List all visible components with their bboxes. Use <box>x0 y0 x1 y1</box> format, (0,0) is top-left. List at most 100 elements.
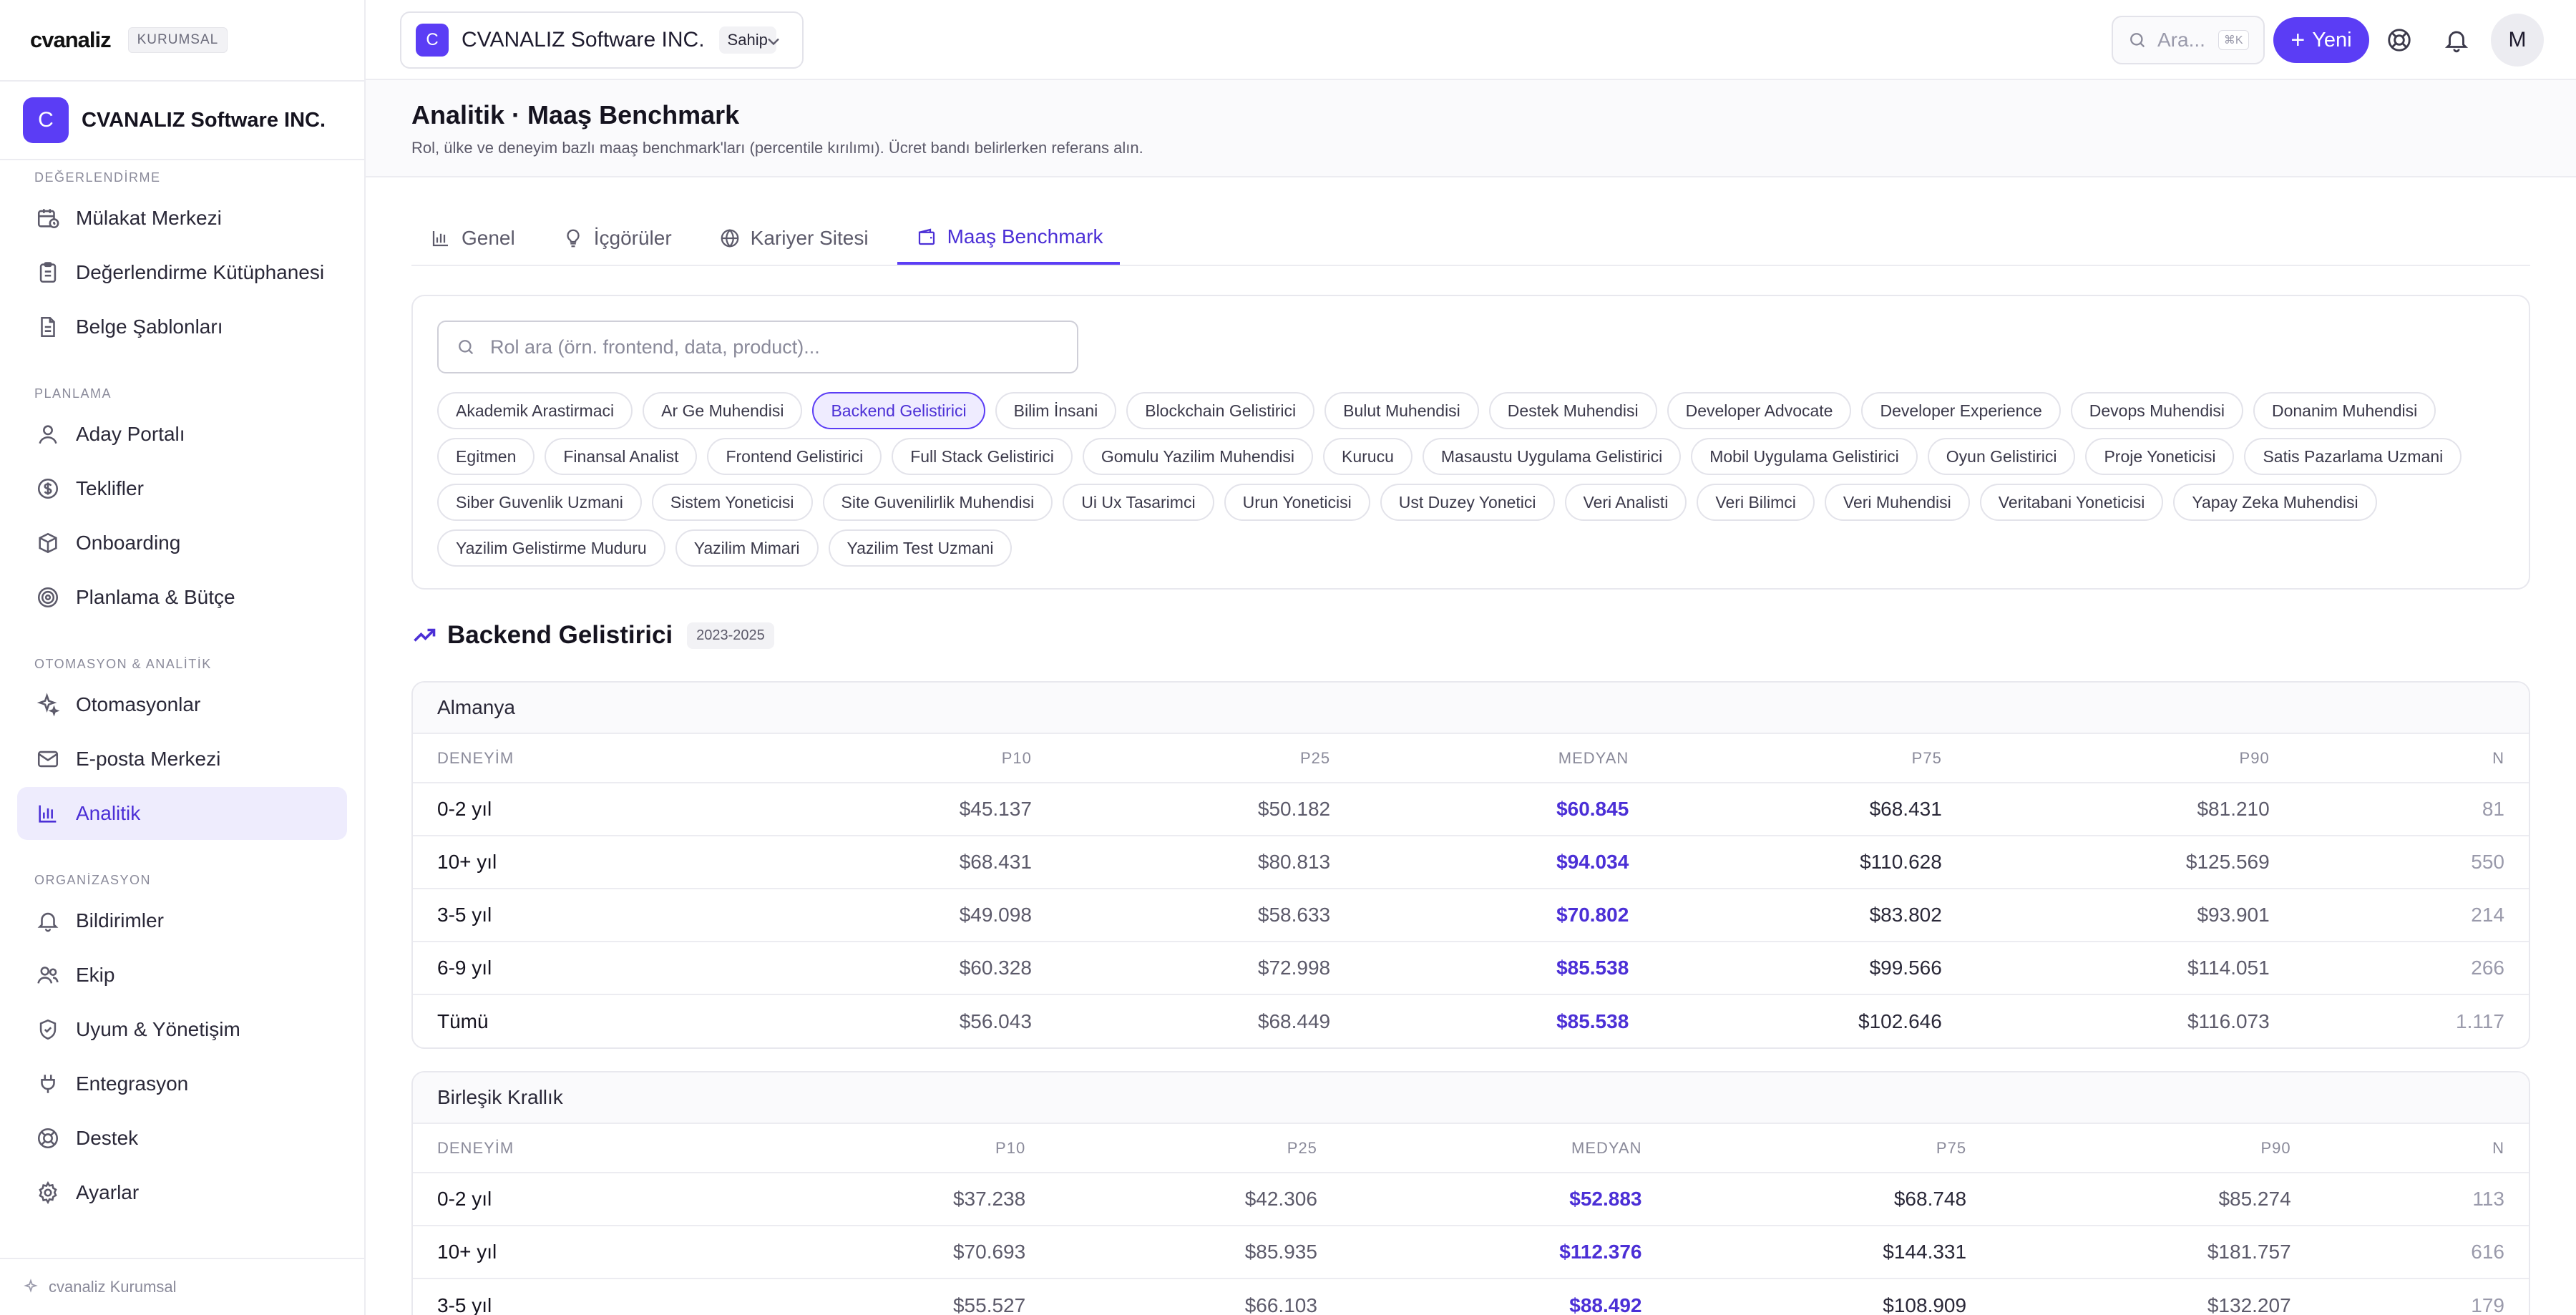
percentile-cell: $108.909 <box>1883 1294 1967 1315</box>
notifications-bell-icon[interactable] <box>2441 24 2472 56</box>
tab-label: Genel <box>462 227 515 249</box>
column-header[interactable]: P10 <box>792 1124 1026 1173</box>
column-header[interactable]: P75 <box>1629 734 1942 783</box>
org-selector[interactable]: C CVANALIZ Software INC. <box>0 80 364 160</box>
role-chip[interactable]: Veri Muhendisi <box>1824 484 1970 521</box>
brand-logo[interactable]: cvanaliz <box>30 27 112 53</box>
role-chip[interactable]: Yapay Zeka Muhendisi <box>2173 484 2377 521</box>
role-chip[interactable]: Destek Muhendisi <box>1488 392 1657 429</box>
sidebar-item-onboarding[interactable]: Onboarding <box>17 517 347 569</box>
sidebar-item-analytics[interactable]: Analitik <box>17 787 347 840</box>
role-chip[interactable]: Veri Bilimci <box>1697 484 1815 521</box>
role-chip[interactable]: Satis Pazarlama Uzmani <box>2244 438 2462 475</box>
percentile-cell: $85.274 <box>1966 1173 2291 1226</box>
column-header[interactable]: DENEYİM <box>413 734 792 783</box>
role-chip[interactable]: Mobil Uygulama Gelistirici <box>1691 438 1918 475</box>
table-row: 0-2 yıl $37.238 $42.306 $52.883 $68.748 $85.2… <box>413 1173 2529 1226</box>
tab-career-site[interactable]: Kariyer Sitesi <box>701 212 886 265</box>
role-chip[interactable]: Gomulu Yazilim Muhendisi <box>1082 438 1314 475</box>
column-header[interactable]: P10 <box>791 734 1032 783</box>
role-chip[interactable]: Site Guvenilirlik Muhendisi <box>822 484 1053 521</box>
sidebar-item-automations[interactable]: Otomasyonlar <box>17 678 347 731</box>
trending-up-icon <box>414 628 436 642</box>
sidebar-item-planning-budget[interactable]: Planlama & Bütçe <box>17 571 347 624</box>
sidebar-item-interview-center[interactable]: Mülakat Merkezi <box>17 192 347 245</box>
role-chip[interactable]: Bulut Muhendisi <box>1324 392 1479 429</box>
sidebar-item-assessment-library[interactable]: Değerlendirme Kütüphanesi <box>17 246 347 299</box>
role-chip[interactable]: Ar Ge Muhendisi <box>643 392 803 429</box>
sample-size-cell: 266 <box>2269 942 2529 995</box>
column-header[interactable]: N <box>2269 734 2529 783</box>
sample-size-cell: 550 <box>2269 836 2529 889</box>
column-header[interactable]: P25 <box>1025 1124 1317 1173</box>
role-chip[interactable]: Sistem Yoneticisi <box>651 484 813 521</box>
role-chip[interactable]: Yazilim Mimari <box>675 529 819 567</box>
percentile-cell: $144.331 <box>1641 1226 1967 1279</box>
role-chip[interactable]: Siber Guvenlik Uzmani <box>437 484 642 521</box>
role-chip[interactable]: Proje Yoneticisi <box>2085 438 2235 475</box>
column-header[interactable]: MEDYAN <box>1317 1124 1642 1173</box>
role-search[interactable] <box>437 321 1078 373</box>
role-chip[interactable]: Developer Experience <box>1861 392 2061 429</box>
role-chip[interactable]: Ust Duzey Yonetici <box>1380 484 1555 521</box>
role-chip[interactable]: Ui Ux Tasarimci <box>1063 484 1214 521</box>
role-chip[interactable]: Masaustu Uygulama Gelistirici <box>1422 438 1682 475</box>
column-header[interactable]: MEDYAN <box>1330 734 1629 783</box>
sidebar-item-label: Analitik <box>76 802 141 824</box>
column-header[interactable]: P75 <box>1641 1124 1967 1173</box>
column-header[interactable]: P90 <box>1941 734 2270 783</box>
sidebar-item-offers[interactable]: Teklifler <box>17 462 347 515</box>
sidebar-nav[interactable]: DEĞERLENDİRME Mülakat Merkezi Değerlendi… <box>0 163 364 1258</box>
median-cell: $85.538 <box>1330 942 1629 995</box>
column-header[interactable]: N <box>2290 1124 2529 1173</box>
role-chip[interactable]: Finansal Analist <box>545 438 698 475</box>
sidebar-item-team[interactable]: Ekip <box>17 949 347 1002</box>
column-header[interactable]: P90 <box>1966 1124 2291 1173</box>
tab-general[interactable]: Genel <box>411 212 532 265</box>
sidebar-item-notifications[interactable]: Bildirimler <box>17 894 347 947</box>
role-search-input[interactable] <box>490 336 1048 358</box>
role-chip[interactable]: Devops Muhendisi <box>2070 392 2243 429</box>
role-chip[interactable]: Urun Yoneticisi <box>1224 484 1370 521</box>
role-chip[interactable]: Frontend Gelistirici <box>707 438 882 475</box>
role-chip[interactable]: Bilim İnsani <box>995 392 1117 429</box>
global-search[interactable]: Ara... ⌘K <box>2112 16 2265 64</box>
role-chip[interactable]: Oyun Gelistirici <box>1927 438 2076 475</box>
workspace-avatar: C <box>416 24 449 57</box>
role-chip[interactable]: Yazilim Gelistirme Muduru <box>437 529 665 567</box>
role-chip[interactable]: Kurucu <box>1323 438 1413 475</box>
table-row: 0-2 yıl $45.137 $50.182 $60.845 $68.431 $81.2… <box>413 783 2529 836</box>
role-chip[interactable]: Full Stack Gelistirici <box>892 438 1073 475</box>
sidebar-item-integration[interactable]: Entegrasyon <box>17 1057 347 1110</box>
sidebar-item-compliance[interactable]: Uyum & Yönetişim <box>17 1003 347 1056</box>
sidebar-item-label: Mülakat Merkezi <box>76 207 222 229</box>
role-chip[interactable]: Veritabani Yoneticisi <box>1979 484 2164 521</box>
sidebar-item-candidate-portal[interactable]: Aday Portalı <box>17 408 347 461</box>
role-chip[interactable]: Yazilim Test Uzmani <box>828 529 1013 567</box>
new-button[interactable]: + Yeni <box>2273 17 2369 63</box>
role-chip[interactable]: Developer Advocate <box>1667 392 1852 429</box>
percentile-cell: $116.073 <box>2187 1010 2270 1032</box>
experience-cell: Tümü <box>437 1010 489 1032</box>
role-chip[interactable]: Egitmen <box>437 438 535 475</box>
user-avatar[interactable]: M <box>2491 14 2544 67</box>
bar-chart-icon <box>432 231 448 247</box>
sidebar-item-email-center[interactable]: E-posta Merkezi <box>17 733 347 786</box>
role-chip[interactable]: Donanim Muhendisi <box>2253 392 2436 429</box>
role-chip[interactable]: Veri Analisti <box>1564 484 1687 521</box>
column-header[interactable]: DENEYİM <box>413 1124 793 1173</box>
sidebar-item-support[interactable]: Destek <box>17 1112 347 1165</box>
sidebar-item-document-templates[interactable]: Belge Şablonları <box>17 300 347 353</box>
column-header[interactable]: P25 <box>1031 734 1331 783</box>
tab-insights[interactable]: İçgörüler <box>544 212 689 265</box>
role-chip[interactable]: Backend Gelistirici <box>812 392 985 429</box>
plug-icon <box>36 1072 60 1096</box>
sidebar-item-settings[interactable]: Ayarlar <box>17 1166 347 1219</box>
role-chip[interactable]: Akademik Arastirmaci <box>437 392 633 429</box>
help-lifebuoy-icon[interactable] <box>2384 24 2415 56</box>
percentile-cell: $68.449 <box>1257 1010 1331 1032</box>
workspace-switcher[interactable]: C CVANALIZ Software INC. Sahip <box>400 11 804 69</box>
tab-salary-benchmark[interactable]: Maaş Benchmark <box>897 212 1121 265</box>
org-name: CVANALIZ Software INC. <box>82 108 326 132</box>
role-chip[interactable]: Blockchain Gelistirici <box>1126 392 1315 429</box>
